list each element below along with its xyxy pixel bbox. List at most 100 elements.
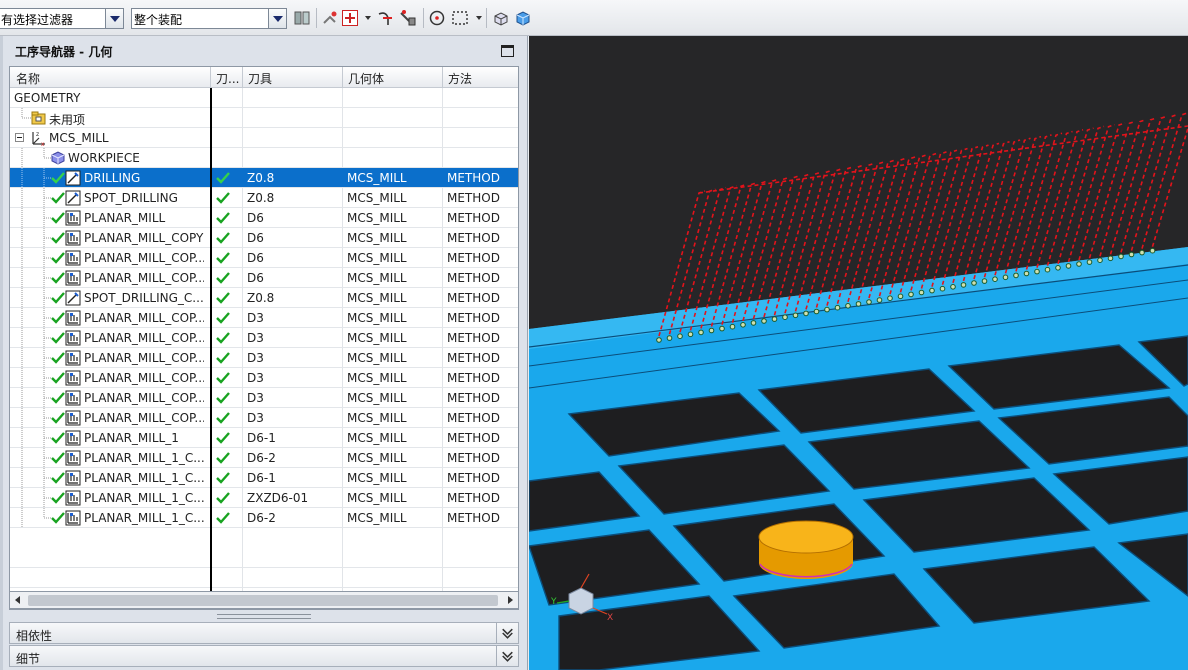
chevron-down-icon[interactable] [476, 16, 482, 20]
maximize-icon[interactable] [501, 45, 514, 57]
tree-row-geometry[interactable]: GEOMETRY [10, 88, 518, 108]
column-divider[interactable] [210, 88, 212, 609]
tree-row-workpiece[interactable]: WORKPIECE [10, 148, 518, 168]
details-section[interactable]: 细节 [9, 645, 519, 667]
column-header-tool[interactable]: 刀具 [248, 70, 272, 87]
selection-filter-dropdown[interactable]: 有选择过滤器 [0, 8, 124, 29]
operation-row[interactable]: PLANAR_MILL_COP... D6 MCS_MILL METHOD [10, 248, 518, 268]
toolpath-line [952, 142, 1000, 284]
horizontal-scrollbar[interactable] [9, 591, 519, 609]
operation-row[interactable]: PLANAR_MILL_COP... D3 MCS_MILL METHOD [10, 368, 518, 388]
tree-node-label: GEOMETRY [14, 91, 81, 105]
operation-row[interactable]: PLANAR_MILL_COPY D6 MCS_MILL METHOD [10, 228, 518, 248]
operation-row[interactable]: PLANAR_MILL_COP... D3 MCS_MILL METHOD [10, 388, 518, 408]
operation-row[interactable]: PLANAR_MILL_1_C... D6-2 MCS_MILL METHOD [10, 508, 518, 528]
tree-row-mcs-mill[interactable]: zx MCS_MILL [10, 128, 518, 148]
chevron-down-icon[interactable] [496, 646, 518, 666]
dynamic-icon[interactable] [399, 9, 417, 27]
check-icon [216, 352, 230, 364]
column-separator[interactable] [210, 67, 211, 88]
operation-tool: D3 [247, 311, 264, 325]
check-icon [51, 452, 65, 464]
operation-tree-table[interactable]: 名称 刀... 刀具 几何体 方法 GEOMETRY 未用项 zx MCS_MI… [9, 66, 519, 610]
operation-geometry: MCS_MILL [347, 451, 407, 465]
graphics-viewport[interactable]: Y X [529, 36, 1188, 670]
toolpath-line [1036, 129, 1084, 268]
collapse-icon[interactable] [15, 133, 24, 142]
check-icon [51, 312, 65, 324]
chevron-down-icon[interactable] [105, 9, 123, 28]
drill-point [1034, 268, 1040, 275]
column-header-toolchange[interactable]: 刀... [216, 70, 239, 87]
operation-row[interactable]: PLANAR_MILL_1_C... D6-2 MCS_MILL METHOD [10, 448, 518, 468]
check-icon [51, 472, 65, 484]
check-icon [216, 492, 230, 504]
scroll-right-icon[interactable] [508, 596, 513, 604]
drill-point [719, 325, 725, 332]
tree-connector [21, 368, 51, 388]
check-icon [51, 272, 65, 284]
chevron-down-icon[interactable] [496, 623, 518, 643]
chevron-down-icon[interactable] [268, 9, 286, 28]
check-icon [51, 292, 65, 304]
operation-row[interactable]: DRILLING Z0.8 MCS_MILL METHOD [10, 168, 518, 188]
dependencies-section[interactable]: 相依性 [9, 622, 519, 644]
drill-point [887, 295, 893, 302]
operation-row[interactable]: PLANAR_MILL_1_C... ZXZD6-01 MCS_MILL METHOD [10, 488, 518, 508]
toolpath-line [1025, 130, 1073, 270]
check-icon [216, 512, 230, 524]
column-separator[interactable] [242, 67, 243, 88]
selection-filter-icon[interactable] [293, 9, 311, 27]
toolpath-line [1057, 125, 1105, 265]
drill-point [1097, 257, 1103, 263]
planar-mill-icon [65, 490, 81, 506]
drill-point [803, 310, 809, 317]
operation-row[interactable]: PLANAR_MILL_COP... D3 MCS_MILL METHOD [10, 328, 518, 348]
tree-node-label: WORKPIECE [68, 151, 140, 165]
operation-row[interactable]: PLANAR_MILL_COP... D3 MCS_MILL METHOD [10, 308, 518, 328]
operation-tool: D6 [247, 251, 264, 265]
column-header-method[interactable]: 方法 [448, 70, 472, 87]
operation-name: PLANAR_MILL_COP... [84, 311, 204, 325]
drill-point [750, 320, 757, 326]
drill-point [792, 312, 799, 319]
operation-row[interactable]: PLANAR_MILL_COP... D3 MCS_MILL METHOD [10, 408, 518, 428]
operation-name: PLANAR_MILL_COP... [84, 271, 204, 285]
view-cube-icon[interactable] [514, 9, 532, 27]
panel-splitter[interactable] [217, 614, 311, 619]
toolbar-separator [316, 8, 317, 28]
drill-point [1149, 247, 1156, 254]
operation-row[interactable]: PLANAR_MILL_1_C... D6-1 MCS_MILL METHOD [10, 468, 518, 488]
tree-row-unused[interactable]: 未用项 [10, 108, 518, 128]
planar-mill-icon [65, 250, 81, 266]
view-box-icon[interactable] [492, 9, 510, 27]
column-separator[interactable] [442, 67, 443, 88]
scroll-left-icon[interactable] [15, 596, 20, 604]
part-model-view[interactable]: Y X [529, 36, 1188, 670]
operation-row[interactable]: PLANAR_MILL_COP... D6 MCS_MILL METHOD [10, 268, 518, 288]
column-separator[interactable] [342, 67, 343, 88]
snap-point-icon[interactable] [321, 9, 339, 27]
assembly-scope-dropdown[interactable]: 整个装配 [131, 8, 287, 29]
operation-row[interactable]: SPOT_DRILLING_C... Z0.8 MCS_MILL METHOD [10, 288, 518, 308]
operation-row[interactable]: PLANAR_MILL_COP... D3 MCS_MILL METHOD [10, 348, 518, 368]
toolpath-line [983, 137, 1031, 278]
drill-point [1002, 274, 1009, 281]
column-header-name[interactable]: 名称 [16, 70, 40, 87]
check-icon [216, 332, 230, 344]
toolpath-line [1141, 112, 1188, 249]
operation-name: PLANAR_MILL_COP... [84, 411, 204, 425]
scrollbar-thumb[interactable] [28, 595, 498, 606]
operation-row[interactable]: SPOT_DRILLING Z0.8 MCS_MILL METHOD [10, 188, 518, 208]
drill-point [845, 303, 851, 309]
trim-curve-icon[interactable] [376, 9, 394, 27]
column-header-geometry[interactable]: 几何体 [348, 70, 384, 87]
operation-tool: D6-1 [247, 471, 276, 485]
spot-drilling-icon [65, 190, 81, 206]
select-point-icon[interactable] [341, 9, 359, 27]
circle-select-icon[interactable] [428, 9, 446, 27]
operation-row[interactable]: PLANAR_MILL_1 D6-1 MCS_MILL METHOD [10, 428, 518, 448]
operation-row[interactable]: PLANAR_MILL D6 MCS_MILL METHOD [10, 208, 518, 228]
chevron-down-icon[interactable] [365, 16, 371, 20]
rectangle-select-icon[interactable] [451, 9, 469, 27]
